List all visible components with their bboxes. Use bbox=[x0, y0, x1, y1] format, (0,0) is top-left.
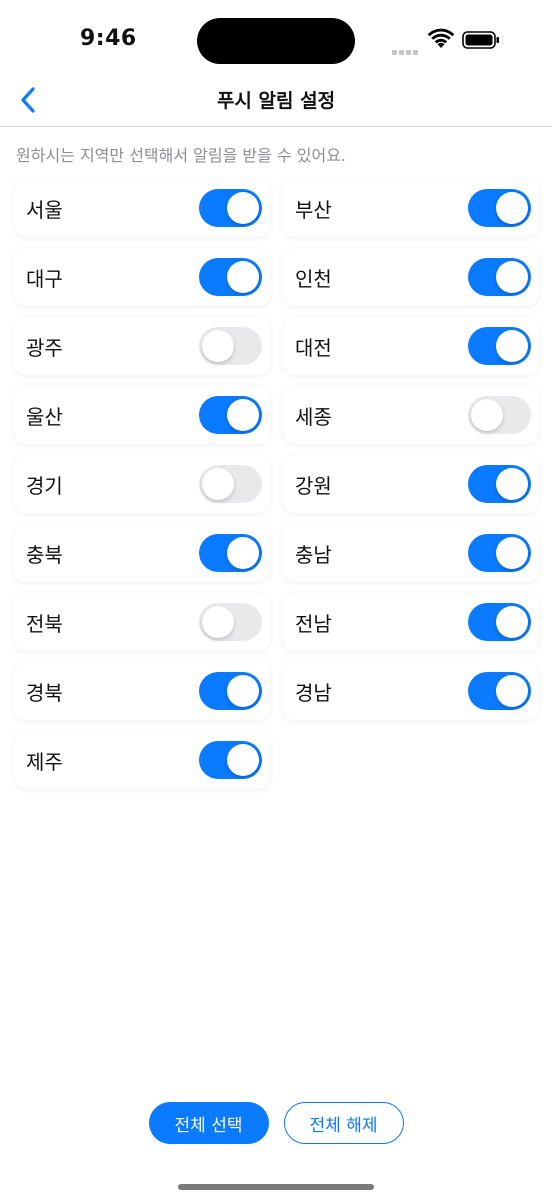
region-grid: 서울 부산대구 인천광주 대전울산 세종경기 강원충북 충남전북 전남경북 경남제주 bbox=[14, 179, 539, 789]
region-label: 강원 bbox=[295, 473, 332, 498]
region-toggle[interactable] bbox=[199, 672, 262, 710]
deselect-all-button[interactable]: 전체 해제 bbox=[283, 1102, 404, 1144]
toggle-knob bbox=[496, 468, 528, 500]
region-card: 충남 bbox=[283, 524, 539, 582]
toggle-knob bbox=[496, 606, 528, 638]
region-label: 광주 bbox=[26, 335, 63, 360]
region-label: 경기 bbox=[26, 473, 63, 498]
dynamic-island bbox=[197, 18, 355, 64]
region-toggle[interactable] bbox=[199, 741, 262, 779]
region-card: 경남 bbox=[283, 662, 539, 720]
wifi-icon bbox=[427, 28, 455, 50]
status-bar: 9:46 bbox=[0, 0, 552, 80]
region-label: 충남 bbox=[295, 542, 332, 567]
region-toggle[interactable] bbox=[468, 258, 531, 296]
region-card: 전북 bbox=[14, 593, 270, 651]
region-toggle[interactable] bbox=[199, 603, 262, 641]
helper-text: 원하시는 지역만 선택해서 알림을 받을 수 있어요. bbox=[16, 146, 347, 165]
region-toggle[interactable] bbox=[468, 396, 531, 434]
cellular-signal-icon bbox=[392, 40, 420, 55]
page-title: 푸시 알림 설정 bbox=[216, 90, 336, 112]
region-label: 대구 bbox=[26, 266, 63, 291]
region-label: 전남 bbox=[295, 611, 332, 636]
region-card: 전남 bbox=[283, 593, 539, 651]
region-card: 강원 bbox=[283, 455, 539, 513]
region-card: 울산 bbox=[14, 386, 270, 444]
region-label: 충북 bbox=[26, 542, 63, 567]
toggle-knob bbox=[227, 537, 259, 569]
region-card: 경북 bbox=[14, 662, 270, 720]
region-toggle[interactable] bbox=[468, 327, 531, 365]
toggle-knob bbox=[496, 192, 528, 224]
navigation-bar: 푸시 알림 설정 bbox=[0, 80, 552, 127]
toggle-knob bbox=[227, 192, 259, 224]
toggle-knob bbox=[496, 261, 528, 293]
region-card: 충북 bbox=[14, 524, 270, 582]
region-toggle[interactable] bbox=[199, 396, 262, 434]
region-card: 대구 bbox=[14, 248, 270, 306]
region-label: 세종 bbox=[295, 404, 332, 429]
toggle-knob bbox=[227, 744, 259, 776]
toggle-knob bbox=[471, 399, 503, 431]
region-card: 대전 bbox=[283, 317, 539, 375]
region-label: 제주 bbox=[26, 749, 63, 774]
region-toggle[interactable] bbox=[468, 465, 531, 503]
region-card: 제주 bbox=[14, 731, 270, 789]
region-toggle[interactable] bbox=[468, 189, 531, 227]
toggle-knob bbox=[496, 330, 528, 362]
region-toggle[interactable] bbox=[199, 327, 262, 365]
region-toggle[interactable] bbox=[199, 465, 262, 503]
toggle-knob bbox=[202, 468, 234, 500]
region-label: 대전 bbox=[295, 335, 332, 360]
region-card: 서울 bbox=[14, 179, 270, 237]
toggle-knob bbox=[227, 675, 259, 707]
region-label: 부산 bbox=[295, 197, 332, 222]
region-toggle[interactable] bbox=[199, 258, 262, 296]
toggle-knob bbox=[227, 399, 259, 431]
toggle-knob bbox=[496, 675, 528, 707]
toggle-knob bbox=[227, 261, 259, 293]
region-toggle[interactable] bbox=[468, 534, 531, 572]
region-card: 인천 bbox=[283, 248, 539, 306]
toggle-knob bbox=[202, 330, 234, 362]
region-toggle[interactable] bbox=[468, 672, 531, 710]
region-toggle[interactable] bbox=[199, 189, 262, 227]
region-toggle[interactable] bbox=[468, 603, 531, 641]
status-time: 9:46 bbox=[80, 26, 137, 51]
toggle-knob bbox=[202, 606, 234, 638]
region-label: 경북 bbox=[26, 680, 63, 705]
toggle-knob bbox=[496, 537, 528, 569]
region-card: 세종 bbox=[283, 386, 539, 444]
region-card: 광주 bbox=[14, 317, 270, 375]
region-label: 전북 bbox=[26, 611, 63, 636]
region-label: 울산 bbox=[26, 404, 63, 429]
home-indicator bbox=[178, 1184, 374, 1190]
region-card: 경기 bbox=[14, 455, 270, 513]
region-toggle[interactable] bbox=[199, 534, 262, 572]
region-label: 서울 bbox=[26, 197, 63, 222]
select-all-button[interactable]: 전체 선택 bbox=[148, 1102, 269, 1144]
region-label: 경남 bbox=[295, 680, 332, 705]
region-label: 인천 bbox=[295, 266, 332, 291]
battery-icon bbox=[462, 30, 500, 50]
bottom-actions: 전체 선택 전체 해제 bbox=[0, 1102, 552, 1144]
region-card: 부산 bbox=[283, 179, 539, 237]
